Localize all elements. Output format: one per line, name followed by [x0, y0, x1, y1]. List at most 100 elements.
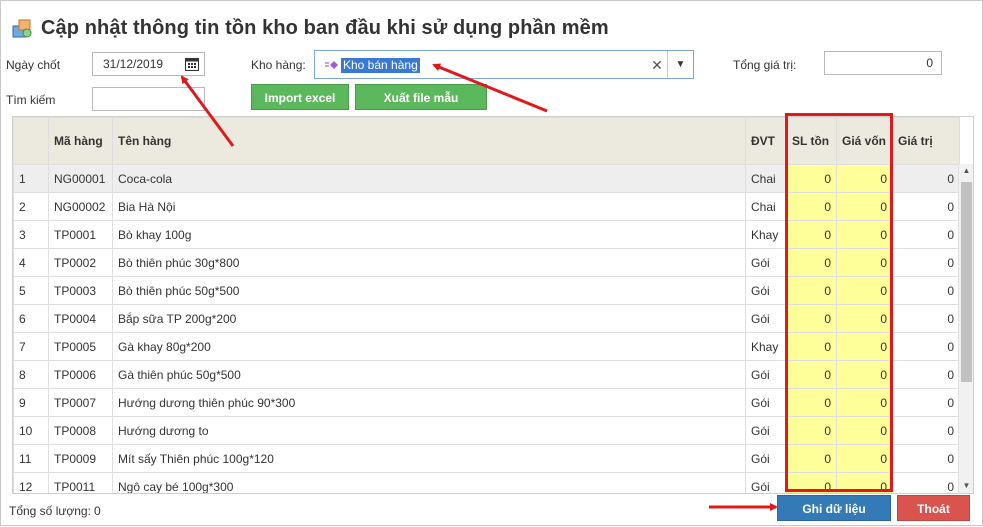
stock-qty-cell[interactable]: 0: [786, 248, 837, 277]
item-name-cell: Hướng dương to: [112, 416, 746, 445]
col-header-dvt[interactable]: ĐVT: [745, 117, 787, 165]
stock-qty-cell[interactable]: 0: [786, 192, 837, 221]
row-index-cell: 5: [13, 276, 49, 305]
table-row[interactable]: 6 TP0004 Bắp sữa TP 200g*200 Gói 0 0 0: [13, 304, 960, 333]
col-header-gia-von[interactable]: Giá vốn: [836, 117, 893, 165]
item-code-cell: TP0009: [48, 444, 113, 473]
warehouse-combobox[interactable]: Kho bán hàng ✕ ▼: [314, 50, 694, 79]
cost-price-cell[interactable]: 0: [836, 276, 893, 305]
value-cell: 0: [892, 192, 960, 221]
cost-price-cell[interactable]: 0: [836, 164, 893, 193]
table-row[interactable]: 3 TP0001 Bò khay 100g Khay 0 0 0: [13, 220, 960, 249]
item-name-cell: Bắp sữa TP 200g*200: [112, 304, 746, 333]
row-index-cell: 7: [13, 332, 49, 361]
value-cell: 0: [892, 332, 960, 361]
table-row[interactable]: 9 TP0007 Hướng dương thiên phúc 90*300 Gói 0…: [13, 388, 960, 417]
stock-qty-cell[interactable]: 0: [786, 388, 837, 417]
close-icon[interactable]: ✕: [650, 57, 664, 73]
stock-qty-cell[interactable]: 0: [786, 472, 837, 493]
table-header-row: Mã hàng Tên hàng ĐVT SL tồn Giá vốn Giá …: [13, 117, 960, 165]
scroll-down-icon[interactable]: ▼: [959, 479, 973, 493]
value-cell: 0: [892, 388, 960, 417]
unit-cell: Chai: [745, 192, 787, 221]
total-quantity-value: 0: [93, 504, 101, 518]
table-row[interactable]: 10 TP0008 Hướng dương to Gói 0 0 0: [13, 416, 960, 445]
title-bar: Cập nhật thông tin tồn kho ban đầu khi s…: [11, 11, 609, 45]
row-index-cell: 11: [13, 444, 49, 473]
date-field[interactable]: [92, 52, 205, 76]
item-name-cell: Ngô cay bé 100g*300: [112, 472, 746, 493]
table-row[interactable]: 7 TP0005 Gà khay 80g*200 Khay 0 0 0: [13, 332, 960, 361]
inventory-grid: Mã hàng Tên hàng ĐVT SL tồn Giá vốn Giá …: [12, 116, 974, 494]
table-row[interactable]: 8 TP0006 Gà thiên phúc 50g*500 Gói 0 0 0: [13, 360, 960, 389]
date-input[interactable]: [101, 53, 181, 75]
item-code-cell: TP0006: [48, 360, 113, 389]
total-value-input[interactable]: [824, 51, 942, 75]
cost-price-cell[interactable]: 0: [836, 360, 893, 389]
stock-qty-cell[interactable]: 0: [786, 220, 837, 249]
row-index-cell: 10: [13, 416, 49, 445]
kho-hang-label: Kho hàng:: [251, 58, 306, 72]
col-header-sl-ton[interactable]: SL tồn: [786, 117, 837, 165]
page-title: Cập nhật thông tin tồn kho ban đầu khi s…: [41, 16, 609, 39]
col-header-ma-hang[interactable]: Mã hàng: [48, 117, 113, 165]
value-cell: 0: [892, 360, 960, 389]
item-name-cell: Coca-cola: [112, 164, 746, 193]
cost-price-cell[interactable]: 0: [836, 332, 893, 361]
col-header-gia-tri[interactable]: Giá trị: [892, 117, 960, 165]
item-code-cell: TP0002: [48, 248, 113, 277]
value-cell: 0: [892, 164, 960, 193]
unit-cell: Gói: [745, 416, 787, 445]
unit-cell: Khay: [745, 220, 787, 249]
unit-cell: Gói: [745, 444, 787, 473]
row-index-cell: 4: [13, 248, 49, 277]
col-header-ten-hang[interactable]: Tên hàng: [112, 117, 746, 165]
col-header-stt[interactable]: [13, 117, 49, 165]
vertical-scrollbar[interactable]: ▲ ▼: [958, 164, 973, 493]
cost-price-cell[interactable]: 0: [836, 472, 893, 493]
exit-button[interactable]: Thoát: [897, 495, 970, 521]
import-excel-button[interactable]: Import excel: [251, 84, 349, 110]
scroll-up-icon[interactable]: ▲: [959, 164, 973, 178]
cost-price-cell[interactable]: 0: [836, 304, 893, 333]
cost-price-cell[interactable]: 0: [836, 416, 893, 445]
warehouse-selected-value[interactable]: Kho bán hàng: [341, 58, 420, 73]
stock-qty-cell[interactable]: 0: [786, 332, 837, 361]
unit-cell: Gói: [745, 388, 787, 417]
export-template-button[interactable]: Xuất file mẫu: [355, 84, 487, 110]
stock-qty-cell[interactable]: 0: [786, 416, 837, 445]
stock-qty-cell[interactable]: 0: [786, 360, 837, 389]
cost-price-cell[interactable]: 0: [836, 248, 893, 277]
table-row[interactable]: 5 TP0003 Bò thiên phúc 50g*500 Gói 0 0 0: [13, 276, 960, 305]
item-code-cell: TP0011: [48, 472, 113, 493]
table-row[interactable]: 2 NG00002 Bia Hà Nội Chai 0 0 0: [13, 192, 960, 221]
unit-cell: Gói: [745, 304, 787, 333]
stock-qty-cell[interactable]: 0: [786, 164, 837, 193]
cost-price-cell[interactable]: 0: [836, 444, 893, 473]
item-code-cell: TP0005: [48, 332, 113, 361]
stock-qty-cell[interactable]: 0: [786, 304, 837, 333]
save-button[interactable]: Ghi dữ liệu: [777, 495, 891, 521]
tim-kiem-label: Tìm kiếm: [6, 93, 56, 107]
table-row[interactable]: 4 TP0002 Bò thiên phúc 30g*800 Gói 0 0 0: [13, 248, 960, 277]
cost-price-cell[interactable]: 0: [836, 220, 893, 249]
scroll-thumb[interactable]: [961, 182, 972, 382]
cost-price-cell[interactable]: 0: [836, 388, 893, 417]
table-row[interactable]: 1 NG00001 Coca-cola Chai 0 0 0: [13, 164, 960, 193]
item-name-cell: Mít sấy Thiên phúc 100g*120: [112, 444, 746, 473]
table-row[interactable]: 12 TP0011 Ngô cay bé 100g*300 Gói 0 0 0: [13, 472, 960, 493]
item-code-cell: TP0001: [48, 220, 113, 249]
item-code-cell: NG00001: [48, 164, 113, 193]
unit-cell: Gói: [745, 472, 787, 493]
search-input[interactable]: [92, 87, 205, 111]
cost-price-cell[interactable]: 0: [836, 192, 893, 221]
item-code-cell: NG00002: [48, 192, 113, 221]
caret-down-icon[interactable]: ▼: [667, 51, 693, 78]
calendar-icon[interactable]: [184, 56, 200, 72]
row-index-cell: 1: [13, 164, 49, 193]
table-row[interactable]: 11 TP0009 Mít sấy Thiên phúc 100g*120 Gói 0 0…: [13, 444, 960, 473]
stock-qty-cell[interactable]: 0: [786, 276, 837, 305]
stock-qty-cell[interactable]: 0: [786, 444, 837, 473]
item-code-cell: TP0008: [48, 416, 113, 445]
row-index-cell: 6: [13, 304, 49, 333]
